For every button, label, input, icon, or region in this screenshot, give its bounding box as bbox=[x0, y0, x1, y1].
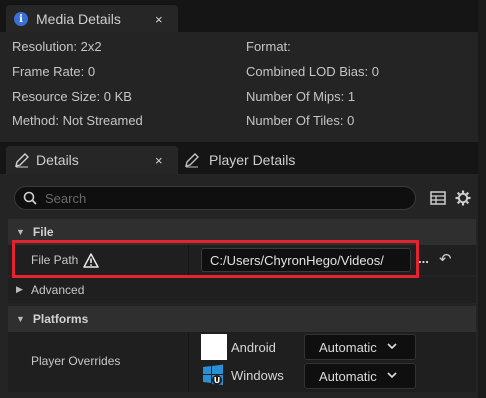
scrollbar[interactable] bbox=[478, 0, 486, 398]
windows-player-dropdown[interactable]: Automatic bbox=[304, 363, 416, 389]
column-divider bbox=[188, 332, 189, 392]
table-view-icon[interactable] bbox=[430, 191, 446, 205]
search-input[interactable] bbox=[45, 190, 385, 206]
android-label: Android bbox=[231, 340, 276, 355]
frame-rate-text: Frame Rate: 0 bbox=[12, 64, 96, 79]
expand-arrow-icon: ▼ bbox=[16, 314, 25, 324]
tab-player-details[interactable]: Player Details bbox=[180, 146, 320, 174]
pencil-icon bbox=[185, 153, 199, 168]
mips-text: Number Of Mips: 1 bbox=[246, 89, 356, 104]
tab-media-details[interactable]: i Media Details × bbox=[6, 5, 178, 33]
resource-size-text: Resource Size: 0 KB bbox=[12, 89, 132, 104]
android-platform-icon bbox=[201, 334, 227, 360]
player-overrides-label: Player Overrides bbox=[31, 354, 121, 368]
search-icon bbox=[23, 191, 37, 205]
windows-player-value: Automatic bbox=[319, 368, 377, 384]
highlight-box bbox=[12, 240, 419, 278]
close-icon[interactable]: × bbox=[155, 12, 163, 27]
android-player-value: Automatic bbox=[319, 339, 377, 355]
chevron-down-icon bbox=[387, 341, 397, 353]
method-text: Method: Not Streamed bbox=[12, 113, 143, 128]
section-platforms-label: Platforms bbox=[32, 312, 89, 326]
chevron-down-icon bbox=[387, 370, 397, 382]
browse-button[interactable]: ... bbox=[418, 251, 429, 266]
tab-details-label: Details bbox=[36, 152, 79, 168]
pencil-icon bbox=[15, 153, 29, 168]
close-icon[interactable]: × bbox=[155, 153, 163, 168]
lod-bias-text: Combined LOD Bias: 0 bbox=[246, 64, 379, 79]
tab-details[interactable]: Details × bbox=[6, 146, 178, 174]
resolution-text: Resolution: 2x2 bbox=[12, 39, 102, 54]
windows-label: Windows bbox=[231, 368, 284, 383]
section-file-label: File bbox=[32, 225, 54, 239]
section-advanced-label: Advanced bbox=[31, 283, 85, 297]
reset-icon[interactable]: ↶ bbox=[439, 250, 452, 268]
android-player-dropdown[interactable]: Automatic bbox=[304, 334, 416, 360]
format-text: Format: bbox=[246, 39, 291, 54]
search-box[interactable] bbox=[14, 186, 416, 210]
section-advanced[interactable]: ▶ Advanced bbox=[8, 277, 476, 303]
tab-media-details-label: Media Details bbox=[36, 11, 121, 27]
tab-player-details-label: Player Details bbox=[209, 152, 296, 168]
tiles-text: Number Of Tiles: 0 bbox=[246, 113, 355, 128]
windows-platform-icon: U bbox=[203, 364, 223, 385]
gear-icon[interactable] bbox=[455, 190, 471, 206]
svg-text:U: U bbox=[214, 376, 221, 385]
section-platforms-header[interactable]: ▼ Platforms bbox=[8, 306, 476, 332]
expand-arrow-icon: ▼ bbox=[16, 227, 25, 237]
collapse-arrow-icon: ▶ bbox=[16, 284, 23, 294]
info-icon: i bbox=[14, 12, 28, 26]
player-overrides-row: Player Overrides Android Automatic U Win… bbox=[8, 332, 476, 392]
